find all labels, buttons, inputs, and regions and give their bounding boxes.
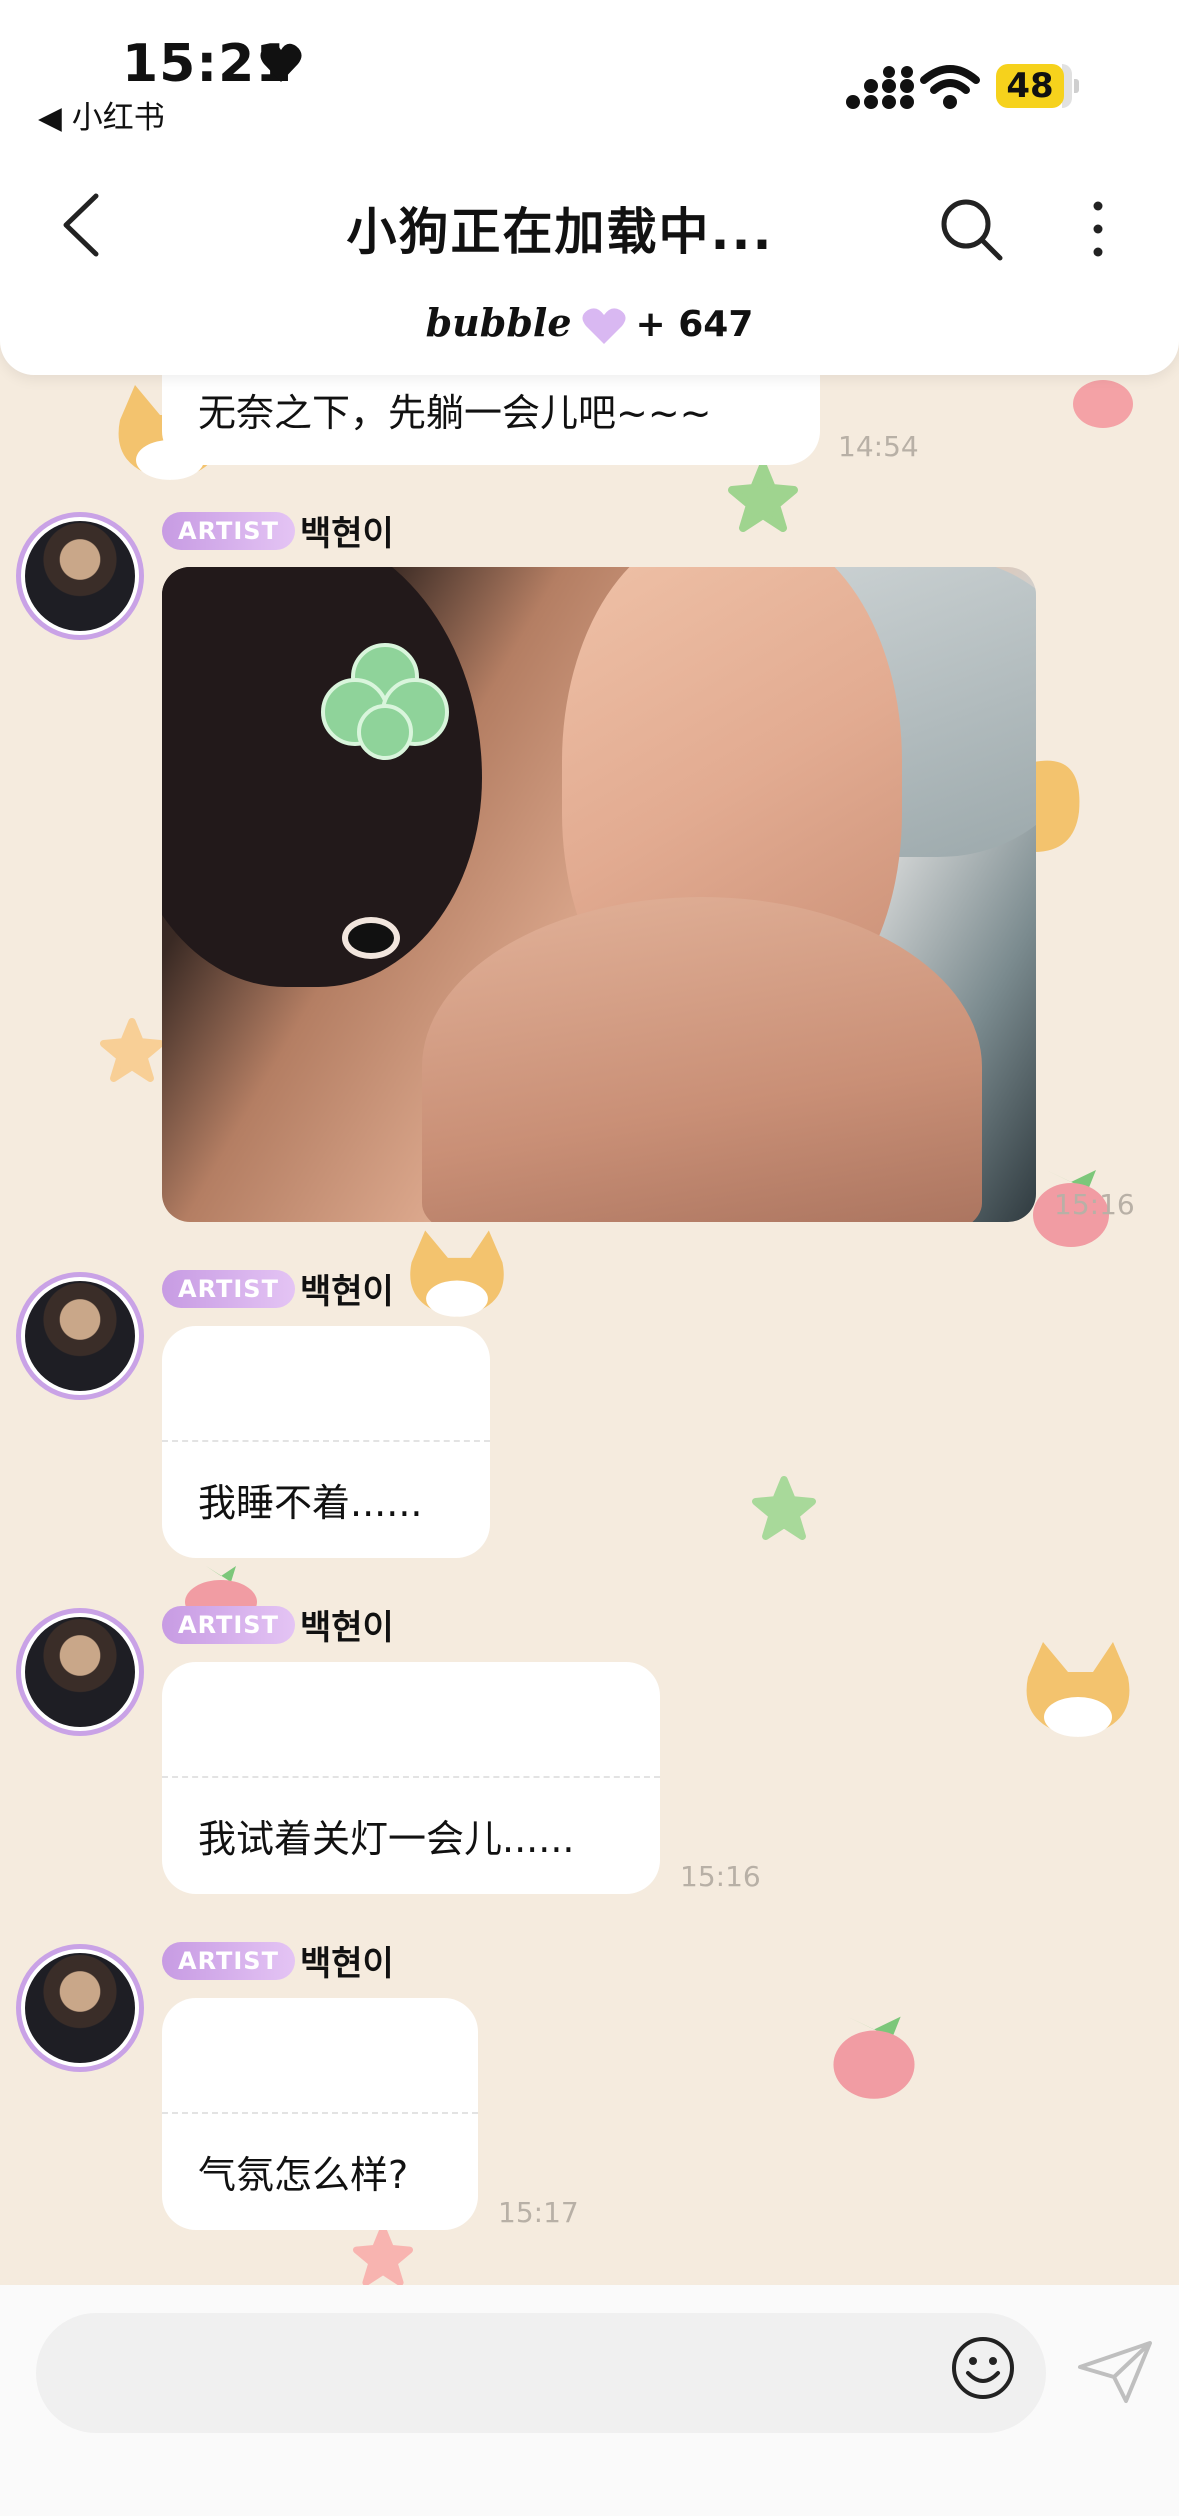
star-sticker-decoration [728, 462, 798, 532]
smile-icon[interactable] [950, 2335, 1016, 2401]
bubble-count: + 647 [635, 304, 754, 345]
sender-name: 백현이 [300, 514, 394, 554]
send-icon[interactable] [1076, 2337, 1154, 2407]
strawberry-sticker-decoration [1073, 380, 1133, 428]
message-text: 无奈之下，先躺一会儿吧~~~ [198, 391, 712, 435]
more-vertical-icon[interactable] [1080, 196, 1116, 262]
message-text: 我睡不着...... [198, 1481, 423, 1525]
sender-name: 백현이 [300, 1272, 394, 1312]
battery-level: 48 [996, 64, 1064, 108]
message-timestamp: 15:17 [498, 2196, 579, 2229]
artist-badge: ARTIST [162, 1606, 295, 1644]
battery-indicator: 48 [996, 64, 1080, 108]
purple-heart-icon [581, 308, 626, 344]
message-divider [162, 1440, 490, 1442]
sender-name: 백현이 [300, 1608, 394, 1648]
artist-badge: ARTIST [162, 512, 295, 550]
avatar[interactable] [16, 1272, 144, 1400]
clover-sticker-icon [321, 643, 449, 760]
avatar[interactable] [16, 512, 144, 640]
sender-name: 백현이 [300, 1944, 394, 1984]
shiba-sticker-decoration [410, 1230, 504, 1317]
shiba-sticker-decoration [1034, 760, 1080, 852]
avatar-photo [25, 1953, 135, 2063]
message-bubble[interactable]: 我睡不着...... [162, 1326, 490, 1558]
wifi-icon [920, 65, 980, 109]
message-photo[interactable] [162, 567, 1036, 1222]
photo-arm [422, 897, 982, 1222]
avatar[interactable] [16, 1944, 144, 2072]
avatar-photo [25, 1281, 135, 1391]
back-to-app-link[interactable]: ◀ 小红书 [38, 92, 165, 137]
chat-title: 小狗正在加载中... [346, 203, 774, 261]
avatar-photo [25, 1617, 135, 1727]
star-sticker-decoration [353, 2226, 413, 2285]
bubble-logo-text: bubble [425, 300, 572, 345]
chevron-left-icon[interactable] [56, 190, 106, 260]
message-bubble[interactable]: 我试着关灯一会儿...... [162, 1662, 660, 1894]
avatar-photo [25, 521, 135, 631]
heart-icon [260, 43, 302, 82]
bubble-points-bar[interactable]: bubble + 647 [0, 300, 1179, 346]
message-bubble[interactable]: 气氛怎么样? [162, 1998, 478, 2230]
top-bar: 15:21 ◀ 小红书 48 小狗正在加载中... bubble + 647 [0, 0, 1179, 375]
photo-eye [342, 917, 400, 959]
message-text: 气氛怎么样? [198, 2153, 409, 2197]
message-timestamp: 14:54 [838, 430, 919, 463]
artist-badge: ARTIST [162, 1942, 295, 1980]
message-divider [162, 1776, 660, 1778]
battery-tip [1074, 79, 1079, 93]
avatar[interactable] [16, 1608, 144, 1736]
search-icon[interactable] [938, 196, 1004, 262]
artist-badge: ARTIST [162, 1270, 295, 1308]
star-sticker-decoration [752, 1476, 816, 1540]
message-input[interactable] [36, 2313, 1046, 2433]
message-timestamp: 15:16 [680, 1860, 761, 1893]
message-text: 我试着关灯一会儿...... [198, 1817, 575, 1861]
message-divider [162, 2112, 478, 2114]
message-input-bar [0, 2285, 1179, 2516]
shiba-sticker-decoration [1026, 1642, 1130, 1737]
message-timestamp: 15:16 [1054, 1188, 1135, 1221]
star-sticker-decoration [100, 1018, 164, 1082]
strawberry-sticker-decoration [833, 2016, 915, 2099]
